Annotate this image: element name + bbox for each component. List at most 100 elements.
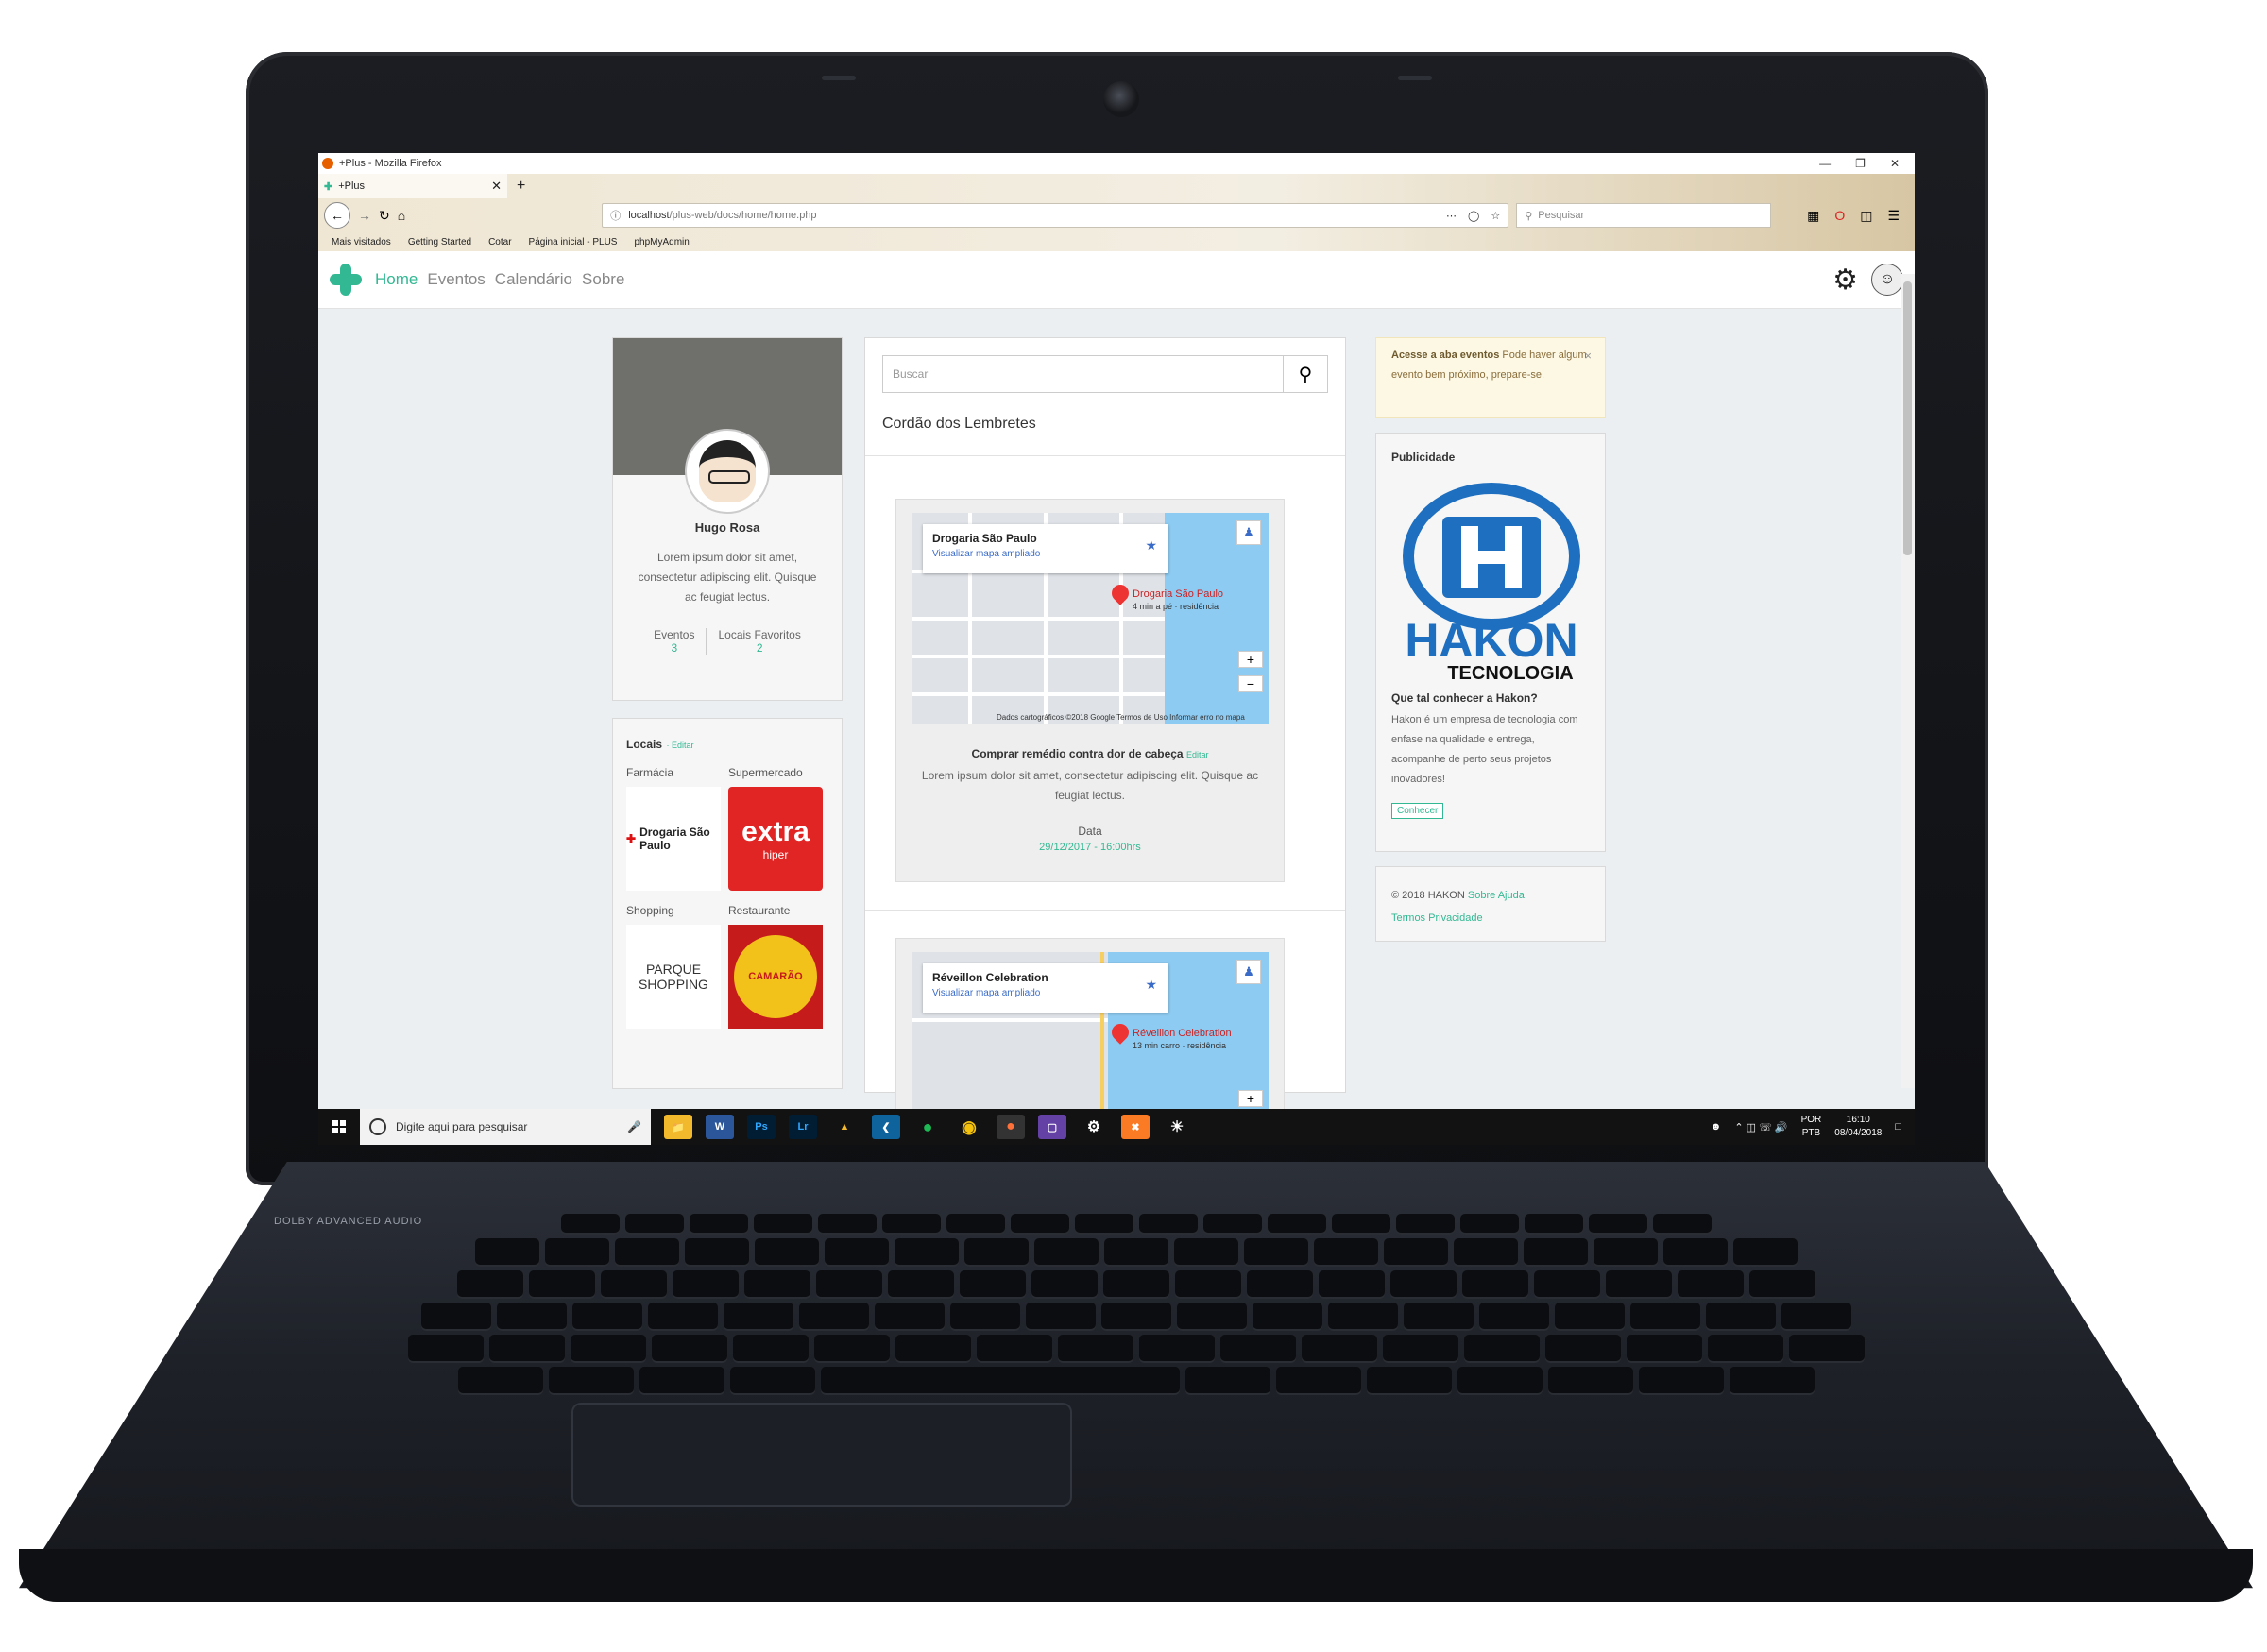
zoom-in-button[interactable]: +: [1238, 651, 1263, 668]
url-path: /plus-web/docs/home/home.php: [669, 210, 817, 221]
key: [1267, 1214, 1326, 1233]
language-indicator[interactable]: POR PTB: [1801, 1114, 1822, 1140]
sidebar-icon[interactable]: ◫: [1860, 208, 1872, 224]
people-icon[interactable]: ☻: [1711, 1121, 1722, 1133]
profile-card: Hugo Rosa Lorem ipsum dolor sit amet, co…: [612, 337, 843, 701]
tab-title: +Plus: [338, 180, 366, 192]
map-enlarge-link[interactable]: Visualizar mapa ampliado: [932, 988, 1159, 998]
back-button[interactable]: ←: [324, 202, 350, 229]
bookmark-cotar[interactable]: Cotar: [488, 237, 511, 247]
key: [614, 1238, 679, 1265]
zoom-out-button[interactable]: −: [1238, 675, 1263, 692]
new-tab-button[interactable]: +: [507, 178, 535, 195]
start-button[interactable]: [318, 1120, 360, 1133]
reload-button[interactable]: ↻: [379, 208, 390, 224]
key: [1100, 1303, 1171, 1329]
save-star-icon[interactable]: ★: [1145, 977, 1157, 993]
footer-link-privacidade[interactable]: Privacidade: [1428, 912, 1482, 924]
app-icon[interactable]: ☀: [1163, 1115, 1191, 1139]
bookmark-pagina-inicial[interactable]: Página inicial - PLUS: [529, 237, 618, 247]
page-actions-icon[interactable]: ⋯: [1446, 210, 1457, 222]
notifications-icon[interactable]: □: [1895, 1121, 1901, 1133]
bookmark-getting-started[interactable]: Getting Started: [408, 237, 471, 247]
footer-link-ajuda[interactable]: Ajuda: [1498, 890, 1525, 901]
browser-tab[interactable]: ✚ +Plus ✕: [318, 174, 507, 198]
maximize-icon[interactable]: ❐: [1855, 157, 1866, 170]
reminder-map[interactable]: Drogaria São Paulo Visualizar mapa ampli…: [912, 513, 1269, 724]
user-avatar[interactable]: ☺: [1871, 264, 1903, 296]
places-edit-link[interactable]: · Editar: [666, 741, 693, 750]
zoom-in-button[interactable]: +: [1238, 1090, 1263, 1107]
taskbar-apps: 📁 W Ps Lr ▲ ❮ ● ◉ ● ▢ ⚙ ✖ ☀: [664, 1115, 1191, 1139]
drogaria-logo: ✚ Drogaria São Paulo: [626, 787, 721, 891]
twitch-icon[interactable]: ▢: [1038, 1115, 1066, 1139]
page-scrollbar[interactable]: [1901, 274, 1915, 1088]
opera-icon[interactable]: O: [1834, 208, 1845, 224]
hakon-brand-sub: TECNOLOGIA: [1447, 663, 1573, 684]
info-icon[interactable]: ⓘ: [610, 208, 621, 223]
feed-search-input[interactable]: Buscar: [882, 355, 1284, 393]
microphone-icon[interactable]: 🎤: [627, 1120, 641, 1133]
stat-eventos[interactable]: Eventos 3: [642, 628, 706, 655]
reminder-date: 29/12/2017 - 16:00hrs: [1039, 842, 1141, 853]
place-restaurante[interactable]: Restaurante CAMARÃO: [728, 904, 823, 1042]
browser-search-input[interactable]: ⚲ Pesquisar: [1516, 203, 1772, 228]
key: [1605, 1270, 1672, 1297]
menu-icon[interactable]: ☰: [1887, 208, 1900, 224]
bookmark-phpmyadmin[interactable]: phpMyAdmin: [634, 237, 689, 247]
feed-search-button[interactable]: ⚲: [1284, 355, 1328, 393]
vscode-icon[interactable]: ❮: [872, 1115, 900, 1139]
extra-logo-sub: hiper: [762, 848, 789, 861]
xampp-icon[interactable]: ✖: [1121, 1115, 1150, 1139]
reminder-edit-link[interactable]: Editar: [1186, 750, 1209, 759]
footer-link-sobre[interactable]: Sobre: [1468, 890, 1495, 901]
hakon-logo: HAKON TECNOLOGIA: [1386, 479, 1605, 691]
forward-button[interactable]: →: [358, 208, 371, 223]
photoshop-icon[interactable]: Ps: [747, 1115, 776, 1139]
place-shopping[interactable]: Shopping PARQUE SHOPPING: [626, 904, 721, 1042]
place-category: Restaurante: [728, 904, 791, 917]
file-explorer-icon[interactable]: 📁: [664, 1115, 692, 1139]
stat-locais-favoritos[interactable]: Locais Favoritos 2: [706, 628, 811, 655]
clock[interactable]: 16:10 08/04/2018: [1834, 1114, 1882, 1140]
url-bar[interactable]: ⓘ localhost /plus-web/docs/home/home.php…: [602, 203, 1509, 228]
street-view-icon[interactable]: ♟: [1236, 960, 1261, 984]
map-enlarge-link[interactable]: Visualizar mapa ampliado: [932, 549, 1159, 559]
close-tab-icon[interactable]: ✕: [491, 179, 502, 194]
pocket-icon[interactable]: ◯: [1468, 210, 1479, 222]
tray-arrows-icon[interactable]: ⌃ ◫ ☏ 🔊: [1734, 1121, 1787, 1133]
plus-logo[interactable]: [330, 264, 362, 296]
nav-sobre[interactable]: Sobre: [582, 270, 624, 289]
place-supermercado[interactable]: Supermercado extra hiper: [728, 766, 823, 904]
key: [895, 1335, 971, 1361]
bookmark-star-icon[interactable]: ☆: [1491, 210, 1500, 222]
settings-gear-icon[interactable]: ⚙: [1832, 264, 1858, 297]
taskbar-search[interactable]: Digite aqui para pesquisar 🎤: [360, 1109, 651, 1145]
nav-eventos[interactable]: Eventos: [427, 270, 485, 289]
save-star-icon[interactable]: ★: [1145, 537, 1157, 554]
alert-close-icon[interactable]: ×: [1584, 346, 1592, 366]
parque-shopping-logo-text: PARQUE SHOPPING: [639, 962, 708, 992]
home-button[interactable]: ⌂: [398, 208, 405, 223]
minimize-icon[interactable]: —: [1819, 157, 1831, 170]
restaurant-logo-text: CAMARÃO: [734, 935, 817, 1018]
key: [1732, 1238, 1798, 1265]
bookmark-mais-visitados[interactable]: Mais visitados: [332, 237, 391, 247]
nav-calendario[interactable]: Calendário: [495, 270, 572, 289]
chrome-icon[interactable]: ◉: [955, 1115, 983, 1139]
map-pin-icon[interactable]: [1108, 581, 1133, 605]
nav-home[interactable]: Home: [375, 270, 418, 289]
settings-taskbar-icon[interactable]: ⚙: [1080, 1115, 1108, 1139]
ad-cta-button[interactable]: Conhecer: [1391, 803, 1444, 819]
firefox-taskbar-icon[interactable]: ●: [997, 1115, 1025, 1139]
library-icon[interactable]: ▦: [1807, 208, 1819, 224]
street-view-icon[interactable]: ♟: [1236, 520, 1261, 545]
place-farmacia[interactable]: Farmácia ✚ Drogaria São Paulo: [626, 766, 721, 904]
close-icon[interactable]: ✕: [1890, 157, 1900, 170]
spotify-icon[interactable]: ●: [913, 1115, 942, 1139]
scrollbar-thumb[interactable]: [1903, 281, 1912, 555]
app-icon[interactable]: ▲: [830, 1115, 859, 1139]
lightroom-icon[interactable]: Lr: [789, 1115, 817, 1139]
footer-link-termos[interactable]: Termos: [1391, 912, 1425, 924]
word-icon[interactable]: W: [706, 1115, 734, 1139]
